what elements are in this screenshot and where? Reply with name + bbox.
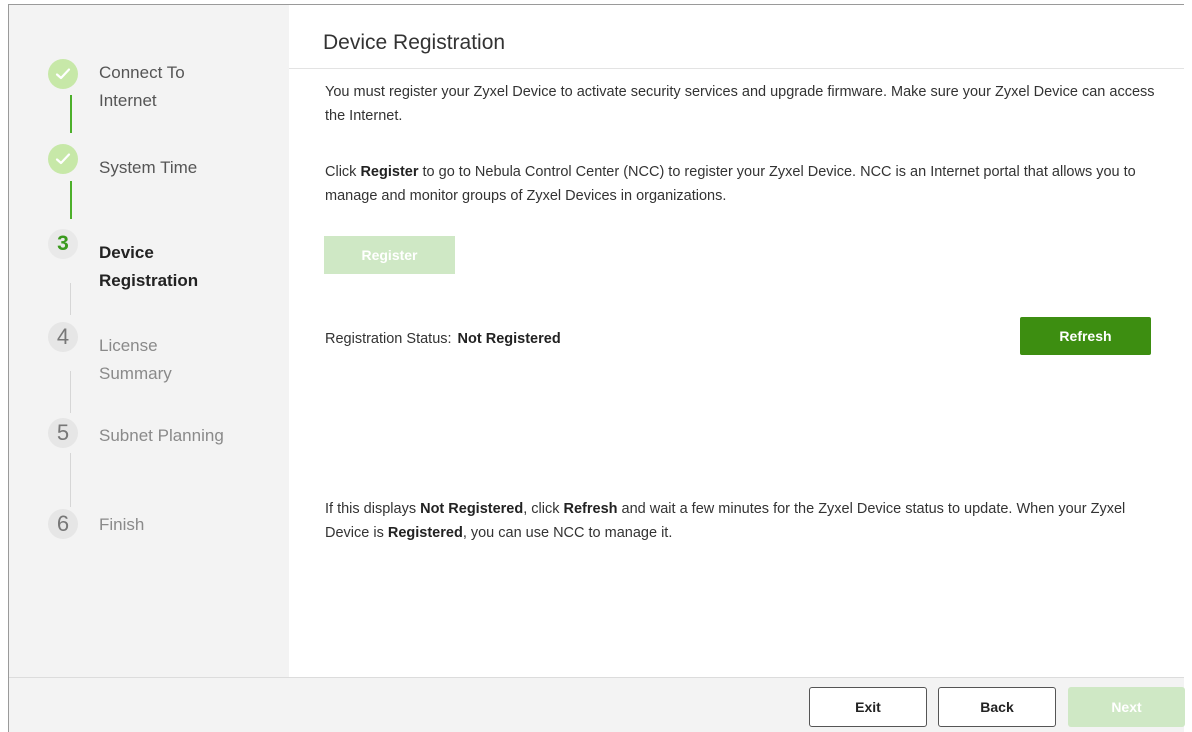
setup-wizard: Connect To Internet System Time 3 Device… [8,4,1185,732]
exit-button[interactable]: Exit [809,687,927,727]
text-segment: Click [325,164,361,180]
step-label-line1: System Time [99,158,198,177]
step-connector [70,181,72,219]
page-title: Device Registration [323,31,506,54]
refresh-button[interactable]: Refresh [1020,317,1151,355]
back-button[interactable]: Back [938,687,1056,727]
step-label-line1: License [99,336,158,355]
step-connector [70,453,71,507]
text-segment: , click [523,501,564,517]
step-connector [70,283,71,315]
step-label-line1: Subnet Planning [99,426,224,445]
step-connector [70,371,71,413]
step-done-checkmark-icon [48,144,78,174]
step-connector [70,95,72,133]
step-number: 5 [48,418,78,448]
step-label-line1: Connect To [99,63,185,82]
registration-status: Registration Status: Not Registered [325,331,561,347]
step-number: 4 [48,322,78,352]
step-label-line1: Finish [99,515,145,534]
text-bold: Refresh [563,501,618,517]
text-bold: Registered [387,525,463,541]
status-note: If this displays Not Registered, click R… [325,497,1155,545]
step-label-line1: Device [99,243,154,262]
register-button[interactable]: Register [324,236,455,274]
text-segment: to go to Nebula Control Center (NCC) to … [325,164,1136,204]
next-button[interactable]: Next [1068,687,1185,727]
title-divider [289,68,1184,69]
step-label-line2: Internet [99,91,157,110]
wizard-footer: Exit Back Next [9,677,1185,732]
wizard-steps-sidebar: Connect To Internet System Time 3 Device… [9,5,289,677]
intro-text: You must register your Zyxel Device to a… [325,84,1155,124]
step-number: 3 [48,229,78,259]
status-value: Not Registered [457,331,561,347]
text-segment: , you can use NCC to manage it. [462,525,673,541]
text-bold: Not Registered [420,501,524,517]
text-bold: Register [360,164,419,180]
text-segment: If this displays [325,501,421,517]
step-number: 6 [48,509,78,539]
step-label-line2: Summary [99,364,172,383]
main-content: Device Registration You must register yo… [289,5,1184,677]
step-label-line2: Registration [99,271,199,290]
status-label: Registration Status: [325,331,452,347]
step-done-checkmark-icon [48,59,78,89]
register-instructions: Click Register to go to Nebula Control C… [325,160,1155,208]
